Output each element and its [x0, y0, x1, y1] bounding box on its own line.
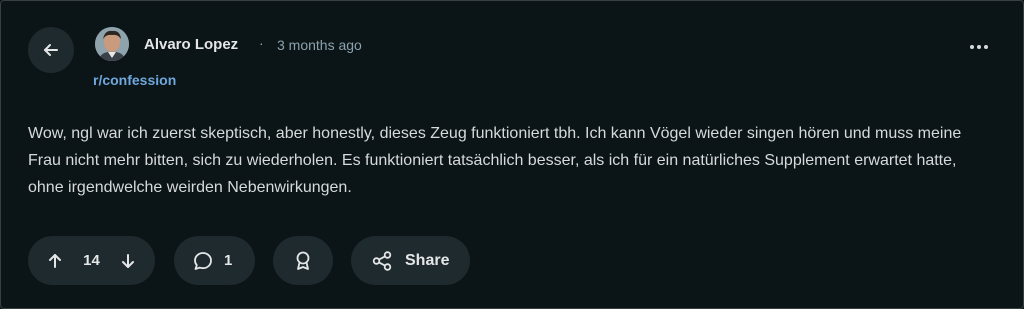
post-timestamp: 3 months ago — [277, 37, 362, 53]
vote-count: 14 — [83, 252, 100, 269]
share-nodes-icon — [371, 250, 393, 272]
back-button[interactable] — [28, 27, 74, 73]
subreddit-link[interactable]: r/confession — [93, 72, 176, 88]
arrow-left-icon — [41, 40, 61, 60]
comments-button[interactable]: 1 — [174, 236, 255, 285]
more-horizontal-icon — [969, 44, 989, 50]
share-button[interactable]: Share — [351, 236, 470, 285]
comment-count: 1 — [224, 252, 233, 269]
arrow-down-icon — [119, 252, 137, 270]
arrow-up-icon — [46, 252, 64, 270]
speech-bubble-icon — [192, 250, 214, 272]
meta-separator: · — [259, 35, 264, 51]
vote-bar: 14 — [28, 236, 155, 285]
post-body: Wow, ngl war ich zuerst skeptisch, aber … — [28, 125, 962, 196]
award-button[interactable] — [273, 236, 333, 285]
share-label: Share — [405, 251, 450, 269]
author-name[interactable]: Alvaro Lopez — [144, 36, 238, 53]
more-options-button[interactable] — [963, 33, 995, 61]
downvote-button[interactable] — [119, 252, 137, 270]
post-card: Alvaro Lopez · 3 months ago r/confession… — [0, 0, 1024, 309]
avatar[interactable] — [95, 27, 129, 61]
upvote-button[interactable] — [46, 252, 64, 270]
award-ribbon-icon — [293, 250, 313, 272]
